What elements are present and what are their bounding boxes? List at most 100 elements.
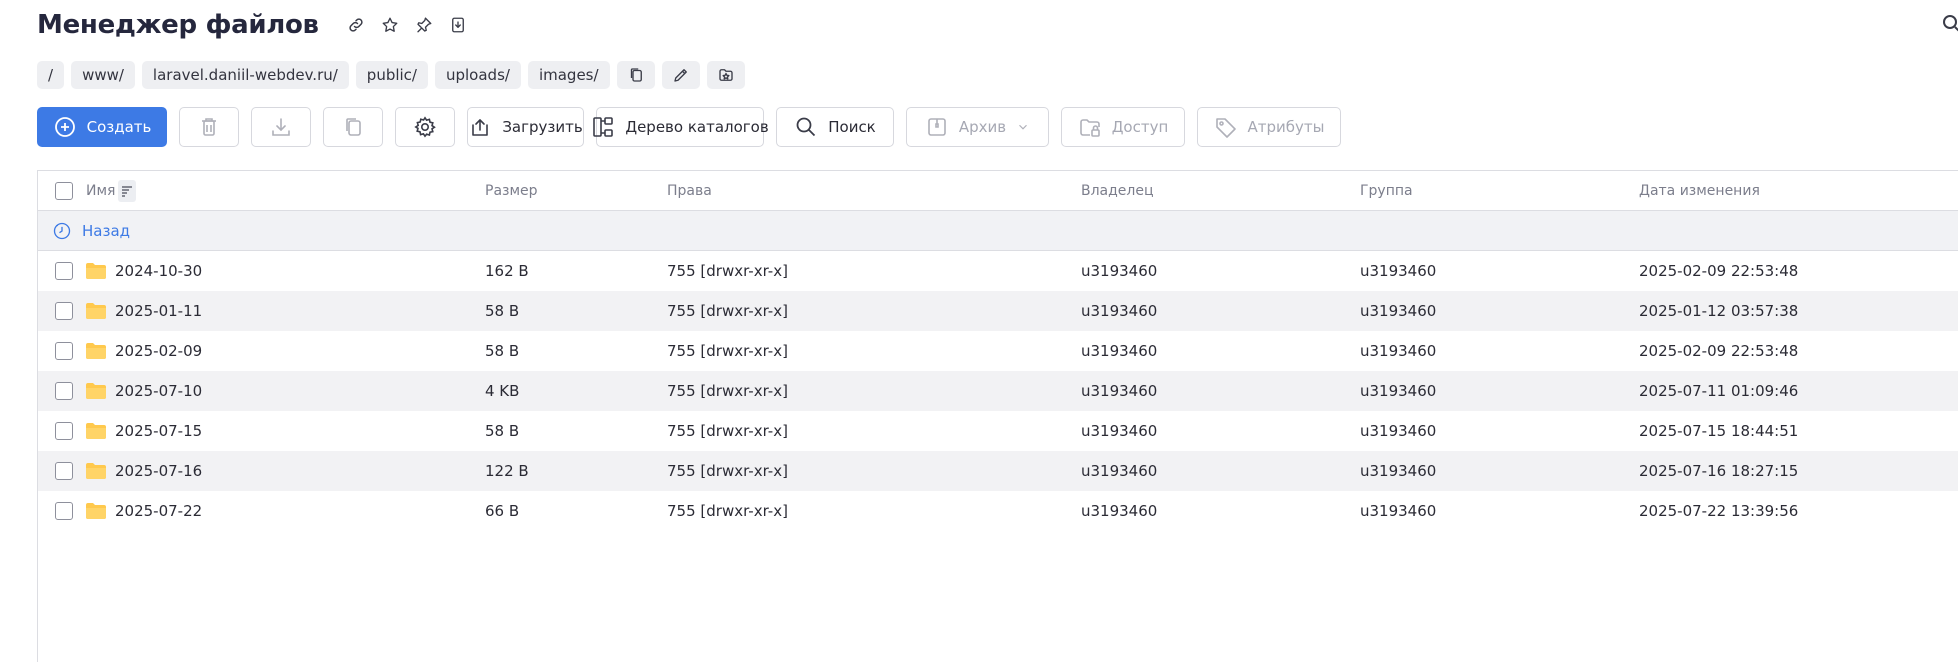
gear-icon bbox=[414, 116, 436, 138]
row-checkbox[interactable] bbox=[55, 342, 73, 360]
column-header-permissions[interactable]: Права bbox=[667, 171, 712, 211]
table-row[interactable]: 2025-07-10 4 KB 755 [drwxr-xr-x] u319346… bbox=[38, 371, 1958, 411]
trash-icon bbox=[202, 118, 216, 136]
back-row[interactable]: Назад bbox=[38, 211, 1958, 251]
file-size: 4 KB bbox=[485, 382, 520, 400]
table-row[interactable]: 2025-01-11 58 B 755 [drwxr-xr-x] u319346… bbox=[38, 291, 1958, 331]
file-group: u3193460 bbox=[1360, 262, 1437, 280]
toolbar: Создать Загрузить Дерево каталогов Поиск… bbox=[37, 107, 1341, 147]
file-name-cell[interactable]: 2025-01-11 bbox=[86, 291, 202, 331]
tag-icon bbox=[1215, 118, 1236, 138]
row-checkbox[interactable] bbox=[55, 462, 73, 480]
breadcrumb-item[interactable]: uploads/ bbox=[434, 61, 521, 89]
file-name-cell[interactable]: 2024-10-30 bbox=[86, 251, 202, 291]
back-link[interactable]: Назад bbox=[52, 211, 130, 251]
settings-button[interactable] bbox=[395, 107, 455, 147]
file-permissions[interactable]: 755 [drwxr-xr-x] bbox=[667, 371, 788, 411]
file-modified: 2025-07-15 18:44:51 bbox=[1639, 422, 1799, 440]
edit-path-icon[interactable] bbox=[661, 61, 700, 89]
copy-button[interactable] bbox=[323, 107, 383, 147]
file-name-cell[interactable]: 2025-07-10 bbox=[86, 371, 202, 411]
row-select-cell bbox=[55, 371, 73, 411]
table-row[interactable]: 2025-07-22 66 B 755 [drwxr-xr-x] u319346… bbox=[38, 491, 1958, 531]
link-icon[interactable] bbox=[345, 14, 367, 36]
row-checkbox[interactable] bbox=[55, 422, 73, 440]
table-row[interactable]: 2025-07-16 122 B 755 [drwxr-xr-x] u31934… bbox=[38, 451, 1958, 491]
delete-button[interactable] bbox=[179, 107, 239, 147]
row-select-cell bbox=[55, 251, 73, 291]
select-all-checkbox[interactable] bbox=[55, 182, 73, 200]
file-name-cell[interactable]: 2025-02-09 bbox=[86, 331, 202, 371]
chevron-down-icon bbox=[1019, 124, 1028, 130]
access-button[interactable]: Доступ bbox=[1061, 107, 1185, 147]
pin-icon[interactable] bbox=[413, 14, 435, 36]
breadcrumb-item[interactable]: images/ bbox=[527, 61, 610, 89]
sort-icon[interactable] bbox=[118, 180, 137, 202]
file-permissions[interactable]: 755 [drwxr-xr-x] bbox=[667, 491, 788, 531]
row-select-cell bbox=[55, 451, 73, 491]
back-icon bbox=[53, 222, 71, 240]
file-modified: 2025-07-11 01:09:46 bbox=[1639, 382, 1799, 400]
download-button[interactable] bbox=[251, 107, 311, 147]
file-owner: u3193460 bbox=[1081, 422, 1158, 440]
file-owner: u3193460 bbox=[1081, 302, 1158, 320]
download-doc-icon[interactable] bbox=[447, 14, 469, 36]
file-permissions[interactable]: 755 [drwxr-xr-x] bbox=[667, 331, 788, 371]
column-header-group[interactable]: Группа bbox=[1360, 171, 1413, 211]
column-header-modified[interactable]: Дата изменения bbox=[1639, 171, 1760, 211]
breadcrumb-item[interactable]: public/ bbox=[355, 61, 428, 89]
breadcrumb: / www/ laravel.daniil-webdev.ru/ public/… bbox=[37, 61, 745, 89]
search-corner-icon[interactable] bbox=[1940, 12, 1958, 34]
row-checkbox[interactable] bbox=[55, 382, 73, 400]
folder-icon bbox=[86, 303, 106, 319]
column-header-size[interactable]: Размер bbox=[485, 171, 538, 211]
archive-icon bbox=[928, 118, 946, 136]
file-size: 58 B bbox=[485, 422, 520, 440]
file-permissions[interactable]: 755 [drwxr-xr-x] bbox=[667, 451, 788, 491]
breadcrumb-item[interactable]: www/ bbox=[71, 61, 135, 89]
file-modified: 2025-02-09 22:53:48 bbox=[1639, 262, 1799, 280]
search-icon bbox=[796, 117, 816, 137]
folder-icon bbox=[86, 343, 106, 359]
upload-button[interactable]: Загрузить bbox=[467, 107, 584, 147]
table-row[interactable]: 2025-07-15 58 B 755 [drwxr-xr-x] u319346… bbox=[38, 411, 1958, 451]
title-actions bbox=[345, 14, 469, 36]
file-name: 2024-10-30 bbox=[115, 262, 203, 280]
archive-button[interactable]: Архив bbox=[906, 107, 1049, 147]
file-owner: u3193460 bbox=[1081, 342, 1158, 360]
file-group: u3193460 bbox=[1360, 382, 1437, 400]
table-row[interactable]: 2024-10-30 162 B 755 [drwxr-xr-x] u31934… bbox=[38, 251, 1958, 291]
column-header-name[interactable]: Имя bbox=[86, 171, 137, 211]
breadcrumb-root[interactable]: / bbox=[37, 61, 65, 89]
file-permissions[interactable]: 755 [drwxr-xr-x] bbox=[667, 411, 788, 451]
file-permissions[interactable]: 755 [drwxr-xr-x] bbox=[667, 291, 788, 331]
folder-icon bbox=[86, 503, 106, 519]
file-name-cell[interactable]: 2025-07-22 bbox=[86, 491, 202, 531]
favorite-path-icon[interactable] bbox=[706, 61, 745, 89]
file-permissions[interactable]: 755 [drwxr-xr-x] bbox=[667, 251, 788, 291]
table-body: 2024-10-30 162 B 755 [drwxr-xr-x] u31934… bbox=[38, 251, 1958, 531]
copy-path-icon[interactable] bbox=[616, 61, 655, 89]
star-icon[interactable] bbox=[379, 14, 401, 36]
file-name-cell[interactable]: 2025-07-16 bbox=[86, 451, 202, 491]
row-checkbox[interactable] bbox=[55, 262, 73, 280]
directory-tree-button[interactable]: Дерево каталогов bbox=[593, 107, 769, 147]
breadcrumb-item[interactable]: laravel.daniil-webdev.ru/ bbox=[141, 61, 349, 89]
search-button[interactable]: Поиск bbox=[776, 107, 894, 147]
row-checkbox[interactable] bbox=[55, 302, 73, 320]
upload-button-label: Загрузить bbox=[502, 118, 583, 136]
row-checkbox[interactable] bbox=[55, 502, 73, 520]
back-label: Назад bbox=[82, 222, 131, 240]
tree-icon bbox=[593, 117, 614, 137]
file-name-cell[interactable]: 2025-07-15 bbox=[86, 411, 202, 451]
file-name: 2025-01-11 bbox=[115, 302, 203, 320]
column-header-owner[interactable]: Владелец bbox=[1081, 171, 1154, 211]
create-button[interactable]: Создать bbox=[37, 107, 167, 147]
folder-icon bbox=[86, 423, 106, 439]
attributes-button[interactable]: Атрибуты bbox=[1197, 107, 1341, 147]
table-row[interactable]: 2025-02-09 58 B 755 [drwxr-xr-x] u319346… bbox=[38, 331, 1958, 371]
directory-tree-label: Дерево каталогов bbox=[625, 118, 769, 136]
copy-icon bbox=[346, 118, 361, 136]
file-modified: 2025-02-09 22:53:48 bbox=[1639, 342, 1799, 360]
row-select-cell bbox=[55, 411, 73, 451]
